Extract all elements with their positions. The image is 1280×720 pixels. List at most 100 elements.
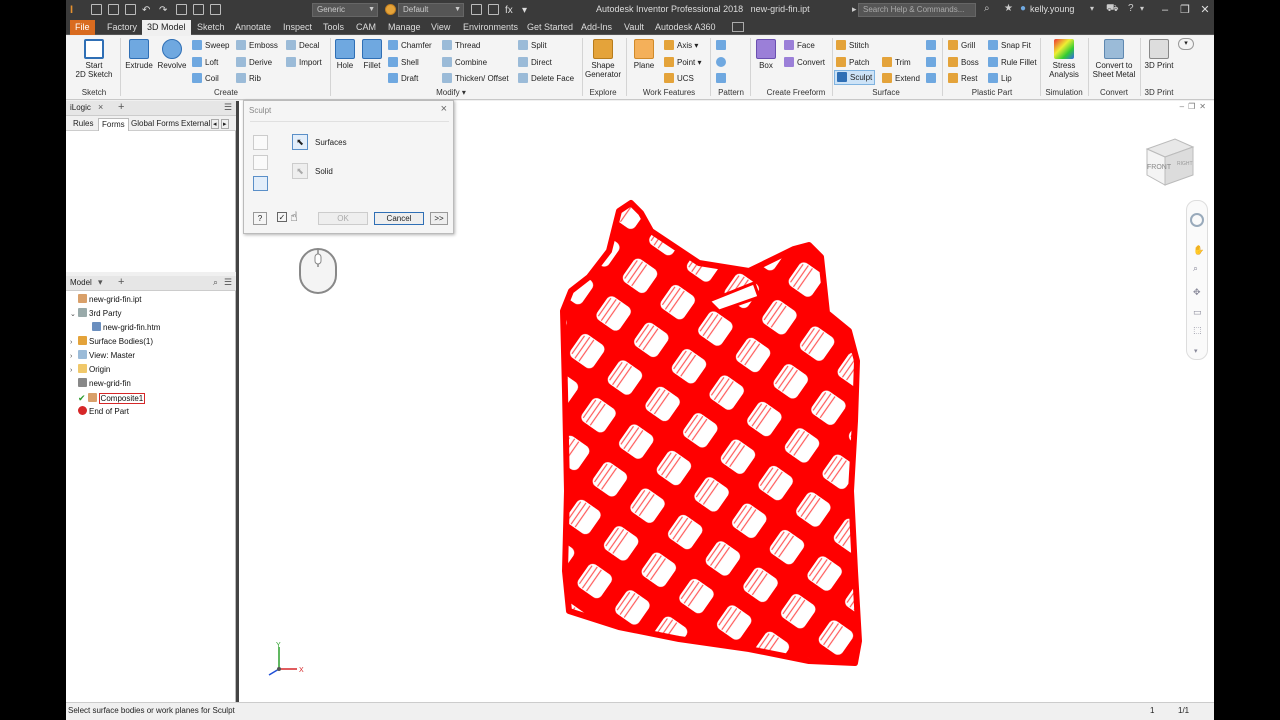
shell-button[interactable]: Shell	[388, 57, 419, 68]
restore-icon[interactable]: ❐	[1178, 3, 1192, 17]
minimize-icon[interactable]: –	[1158, 3, 1172, 17]
tab-view[interactable]: View	[426, 20, 455, 35]
solid-select-icon[interactable]: ⬉	[292, 163, 308, 179]
convert-to-sheet-metal-button[interactable]: Convert to Sheet Metal	[1090, 39, 1138, 79]
app-logo[interactable]: I	[70, 3, 73, 17]
cancel-button[interactable]: Cancel	[374, 212, 424, 225]
exclude-mode-icon[interactable]	[253, 155, 268, 170]
rib-button[interactable]: Rib	[236, 73, 261, 84]
help-icon[interactable]: ?	[253, 212, 267, 225]
grid-fin-model[interactable]	[559, 191, 909, 671]
stress-analysis-button[interactable]: Stress Analysis	[1042, 39, 1086, 79]
tab-scroll-right-icon[interactable]: ▸	[221, 119, 229, 129]
tree-item[interactable]: new-grid-fin	[70, 378, 131, 390]
ribbon-options-icon[interactable]	[732, 22, 744, 32]
shape-generator-button[interactable]: Shape Generator	[584, 39, 622, 79]
dropdown-icon[interactable]: ▾	[98, 277, 103, 288]
fit-view-icon[interactable]: ⬚	[1193, 325, 1202, 336]
adjust-icon[interactable]	[488, 3, 499, 15]
chamfer-button[interactable]: Chamfer	[388, 40, 432, 51]
combine-button[interactable]: Combine	[442, 57, 487, 68]
tab-environments[interactable]: Environments	[458, 20, 523, 35]
zoom-icon[interactable]: ⌕	[1193, 263, 1198, 274]
group-label-modify[interactable]: Modify ▾	[426, 88, 476, 97]
tab-sketch[interactable]: Sketch	[192, 20, 230, 35]
rule-fillet-button[interactable]: Rule Fillet	[988, 57, 1037, 68]
menu-icon[interactable]: ☰	[224, 102, 232, 113]
extrude-button[interactable]: Extrude	[124, 39, 154, 70]
help-dropdown-icon[interactable]: ▾	[1140, 4, 1144, 13]
include-mode-icon[interactable]	[253, 135, 268, 150]
tab-3d-model[interactable]: 3D Model	[142, 20, 191, 35]
rest-button[interactable]: Rest	[948, 73, 977, 84]
close-panel-icon[interactable]: ×	[98, 102, 103, 112]
rectangular-pattern-button[interactable]	[716, 40, 729, 51]
cart-icon[interactable]: ⛟	[1106, 3, 1119, 16]
undo-icon[interactable]: ↶	[142, 4, 153, 16]
home-icon[interactable]	[176, 3, 187, 15]
search-expand-icon[interactable]: ▸	[852, 4, 857, 15]
collapse-icon[interactable]: ⌄	[70, 309, 78, 321]
help-icon[interactable]: ?	[1128, 3, 1134, 14]
tab-cam[interactable]: CAM	[351, 20, 381, 35]
loft-button[interactable]: Loft	[192, 57, 218, 68]
tab-forms[interactable]: Forms	[98, 118, 129, 131]
steering-wheel-icon[interactable]	[1190, 213, 1204, 227]
select-icon[interactable]	[210, 3, 221, 15]
emboss-button[interactable]: Emboss	[236, 40, 278, 51]
delete-face-button[interactable]: Delete Face	[518, 73, 574, 84]
add-panel-icon[interactable]: +	[118, 101, 124, 113]
tab-annotate[interactable]: Annotate	[230, 20, 276, 35]
fillet-button[interactable]: Fillet	[359, 39, 385, 70]
tab-scroll-left-icon[interactable]: ◂	[211, 119, 219, 129]
tree-item[interactable]: › Origin	[70, 364, 110, 377]
expand-icon[interactable]: ›	[70, 351, 78, 363]
appearance-select[interactable]: Default ▼	[398, 3, 464, 17]
tab-factory[interactable]: Factory	[102, 20, 142, 35]
save-icon[interactable]	[125, 3, 136, 15]
pan-icon[interactable]: ✋	[1193, 245, 1204, 256]
grill-button[interactable]: Grill	[948, 40, 975, 51]
3d-print-button[interactable]: 3D Print	[1142, 39, 1176, 70]
patch-button[interactable]: Patch	[836, 57, 869, 68]
viewport-window-controls[interactable]: –❐✕	[1180, 102, 1210, 111]
point-button[interactable]: Point ▾	[664, 57, 701, 68]
nav-dropdown-icon[interactable]: ▾	[1194, 347, 1198, 355]
tab-rules[interactable]: Rules	[70, 118, 96, 131]
trim-button[interactable]: Trim	[882, 57, 911, 68]
ilogic-title[interactable]: iLogic	[70, 103, 91, 112]
start-2d-sketch-button[interactable]: Start 2D Sketch	[74, 39, 114, 79]
ribbon-overflow-icon[interactable]: ▾	[1178, 38, 1194, 50]
tab-vault[interactable]: Vault	[619, 20, 649, 35]
replace-face-button[interactable]	[926, 57, 939, 68]
qa-dropdown-icon[interactable]: ▾	[522, 4, 533, 16]
sweep-button[interactable]: Sweep	[192, 40, 229, 51]
clear-appearance-icon[interactable]	[471, 3, 482, 15]
user-name[interactable]: kelly.young	[1030, 4, 1074, 14]
output-mode-icon[interactable]	[253, 176, 268, 191]
tree-item[interactable]: › View: Master	[70, 350, 135, 363]
circular-pattern-button[interactable]	[716, 57, 729, 68]
stitch-button[interactable]: Stitch	[836, 40, 869, 51]
open-icon[interactable]	[108, 3, 119, 15]
fx-icon[interactable]: fx	[505, 4, 516, 16]
convert-freeform-button[interactable]: Convert	[784, 57, 825, 68]
user-dropdown-icon[interactable]: ▾	[1090, 4, 1094, 13]
tab-get-started[interactable]: Get Started	[522, 20, 578, 35]
plane-button[interactable]: Plane	[630, 39, 658, 70]
lip-button[interactable]: Lip	[988, 73, 1012, 84]
search-icon[interactable]: ⌕	[984, 3, 990, 14]
tree-item[interactable]: › Surface Bodies(1)	[70, 336, 153, 349]
tab-manage[interactable]: Manage	[383, 20, 426, 35]
mirror-button[interactable]	[716, 73, 729, 84]
derive-button[interactable]: Derive	[236, 57, 272, 68]
tree-item[interactable]: ⌄ 3rd Party	[70, 308, 121, 321]
material-select[interactable]: Generic ▼	[312, 3, 378, 17]
appearance-icon[interactable]	[382, 3, 399, 17]
tab-add-ins[interactable]: Add-Ins	[576, 20, 617, 35]
star-icon[interactable]: ★	[1004, 3, 1013, 14]
tab-autodesk-a360[interactable]: Autodesk A360	[650, 20, 721, 35]
menu-icon[interactable]: ☰	[224, 277, 232, 288]
import-button[interactable]: Import	[286, 57, 322, 68]
thread-button[interactable]: Thread	[442, 40, 480, 51]
